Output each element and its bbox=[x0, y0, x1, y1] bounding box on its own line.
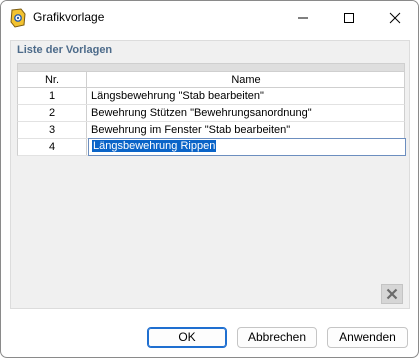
row-name[interactable]: Längsbewehrung "Stab bearbeiten" bbox=[87, 88, 405, 104]
table-row[interactable]: 1 Längsbewehrung "Stab bearbeiten" bbox=[17, 88, 405, 105]
selected-text: Längsbewehrung Rippen bbox=[92, 140, 217, 152]
row-name[interactable]: Bewehrung Stützen "Bewehrungsanordnung" bbox=[87, 105, 405, 121]
close-button[interactable] bbox=[372, 1, 418, 35]
maximize-icon bbox=[344, 13, 354, 23]
cancel-button[interactable]: Abbrechen bbox=[237, 327, 317, 348]
delete-x-icon bbox=[386, 288, 398, 300]
window-title: Grafikvorlage bbox=[33, 10, 105, 24]
column-header-name[interactable]: Name bbox=[87, 72, 405, 87]
table-row[interactable]: 2 Bewehrung Stützen "Bewehrungsanordnung… bbox=[17, 105, 405, 122]
group-title: Liste der Vorlagen bbox=[17, 44, 113, 56]
table-top-band bbox=[17, 63, 405, 71]
row-name[interactable]: Bewehrung im Fenster "Stab bearbeiten" bbox=[87, 122, 405, 138]
row-nr: 4 bbox=[18, 139, 87, 155]
minimize-button[interactable] bbox=[280, 1, 326, 35]
maximize-button[interactable] bbox=[326, 1, 372, 35]
templates-table: Nr. Name 1 Längsbewehrung "Stab bearbeit… bbox=[17, 63, 406, 156]
title-bar: Grafikvorlage bbox=[1, 1, 418, 35]
apply-button[interactable]: Anwenden bbox=[327, 327, 408, 348]
ok-button[interactable]: OK bbox=[147, 327, 227, 348]
row-nr: 3 bbox=[18, 122, 87, 138]
dialog-window: Grafikvorlage Liste der Vorlagen Nr. Nam… bbox=[0, 0, 419, 358]
templates-group: Liste der Vorlagen Nr. Name 1 Längsbeweh… bbox=[10, 40, 410, 309]
minimize-icon bbox=[298, 17, 308, 19]
table-row-editing[interactable]: 4 Längsbewehrung Rippen bbox=[17, 138, 406, 156]
row-name-edit-field[interactable]: Längsbewehrung Rippen bbox=[88, 138, 406, 156]
close-icon bbox=[389, 12, 401, 24]
row-nr: 1 bbox=[18, 88, 87, 104]
table-header-row: Nr. Name bbox=[17, 71, 405, 88]
table-row[interactable]: 3 Bewehrung im Fenster "Stab bearbeiten" bbox=[17, 122, 405, 139]
column-header-nr[interactable]: Nr. bbox=[18, 72, 87, 87]
delete-button[interactable] bbox=[381, 284, 403, 304]
app-icon bbox=[9, 8, 27, 28]
row-nr: 2 bbox=[18, 105, 87, 121]
